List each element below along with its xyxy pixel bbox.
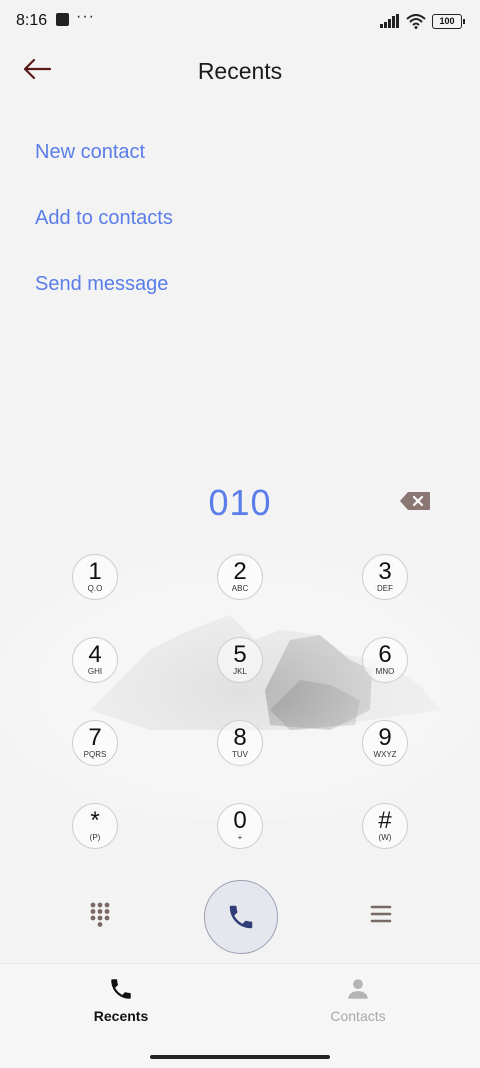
key-star[interactable]: * (P): [72, 803, 118, 849]
backspace-icon: [400, 492, 430, 510]
more-notifications-icon: ···: [76, 8, 95, 25]
backspace-button[interactable]: [399, 491, 433, 513]
nav-tab-recents[interactable]: Recents: [51, 976, 191, 1024]
call-button[interactable]: [204, 880, 278, 954]
key-9[interactable]: 9 WXYZ: [362, 720, 408, 766]
key-letters: GHI: [87, 666, 103, 676]
key-letters: MNO: [375, 666, 395, 676]
key-0[interactable]: 0 +: [217, 803, 263, 849]
key-digit: 3: [378, 557, 392, 585]
key-letters: DEF: [377, 583, 393, 593]
menu-icon: [370, 905, 392, 923]
key-digit: 6: [378, 640, 392, 668]
phone-icon: [229, 905, 253, 929]
key-digit: 9: [378, 723, 392, 751]
key-letters: PQRS: [83, 749, 107, 759]
key-7[interactable]: 7 PQRS: [72, 720, 118, 766]
key-letters: +: [237, 832, 243, 842]
key-digit: *: [90, 806, 100, 834]
key-hash[interactable]: # (W): [362, 803, 408, 849]
nav-label-contacts: Contacts: [330, 1008, 386, 1024]
notification-app-icon: [56, 13, 69, 26]
phone-icon: [111, 979, 131, 999]
key-5[interactable]: 5 JKL: [217, 637, 263, 683]
key-digit: 8: [233, 723, 247, 751]
dialpad-grid-icon: [90, 902, 110, 927]
nav-label-recents: Recents: [93, 1008, 149, 1024]
key-digit: 4: [88, 640, 102, 668]
header: Recents: [0, 44, 480, 98]
page-title: Recents: [197, 58, 283, 84]
key-digit: #: [378, 806, 392, 834]
key-digit: 1: [88, 557, 102, 585]
key-3[interactable]: 3 DEF: [362, 554, 408, 600]
key-letters: ABC: [231, 583, 249, 593]
bottom-navigation: Recents Contacts: [0, 963, 480, 1068]
key-digit: 0: [233, 806, 247, 834]
key-letters: (W): [378, 832, 392, 842]
signal-icon: [380, 14, 399, 28]
key-digit: 5: [233, 640, 247, 668]
status-time: 8:16: [16, 12, 48, 29]
add-to-contacts-link[interactable]: Add to contacts: [35, 207, 173, 230]
dialpad-toggle-button[interactable]: [86, 900, 114, 928]
send-message-link[interactable]: Send message: [35, 273, 168, 296]
key-2[interactable]: 2 ABC: [217, 554, 263, 600]
battery-icon: 100: [432, 13, 465, 29]
person-icon: [348, 979, 368, 999]
key-6[interactable]: 6 MNO: [362, 637, 408, 683]
status-icons: 100: [380, 12, 465, 30]
key-letters: JKL: [233, 666, 247, 676]
key-digit: 2: [233, 557, 247, 585]
key-letters: Q.O: [87, 583, 103, 593]
key-4[interactable]: 4 GHI: [72, 637, 118, 683]
key-letters: (P): [89, 832, 101, 842]
key-digit: 7: [88, 723, 102, 751]
key-1[interactable]: 1 Q.O: [72, 554, 118, 600]
wifi-icon: [406, 13, 426, 29]
key-8[interactable]: 8 TUV: [217, 720, 263, 766]
status-bar: 8:16 ··· 100: [0, 0, 480, 44]
home-indicator[interactable]: [150, 1055, 330, 1059]
menu-button[interactable]: [368, 901, 394, 927]
key-letters: WXYZ: [373, 749, 397, 759]
key-letters: TUV: [232, 749, 248, 759]
nav-tab-contacts[interactable]: Contacts: [288, 976, 428, 1024]
new-contact-link[interactable]: New contact: [35, 141, 145, 164]
